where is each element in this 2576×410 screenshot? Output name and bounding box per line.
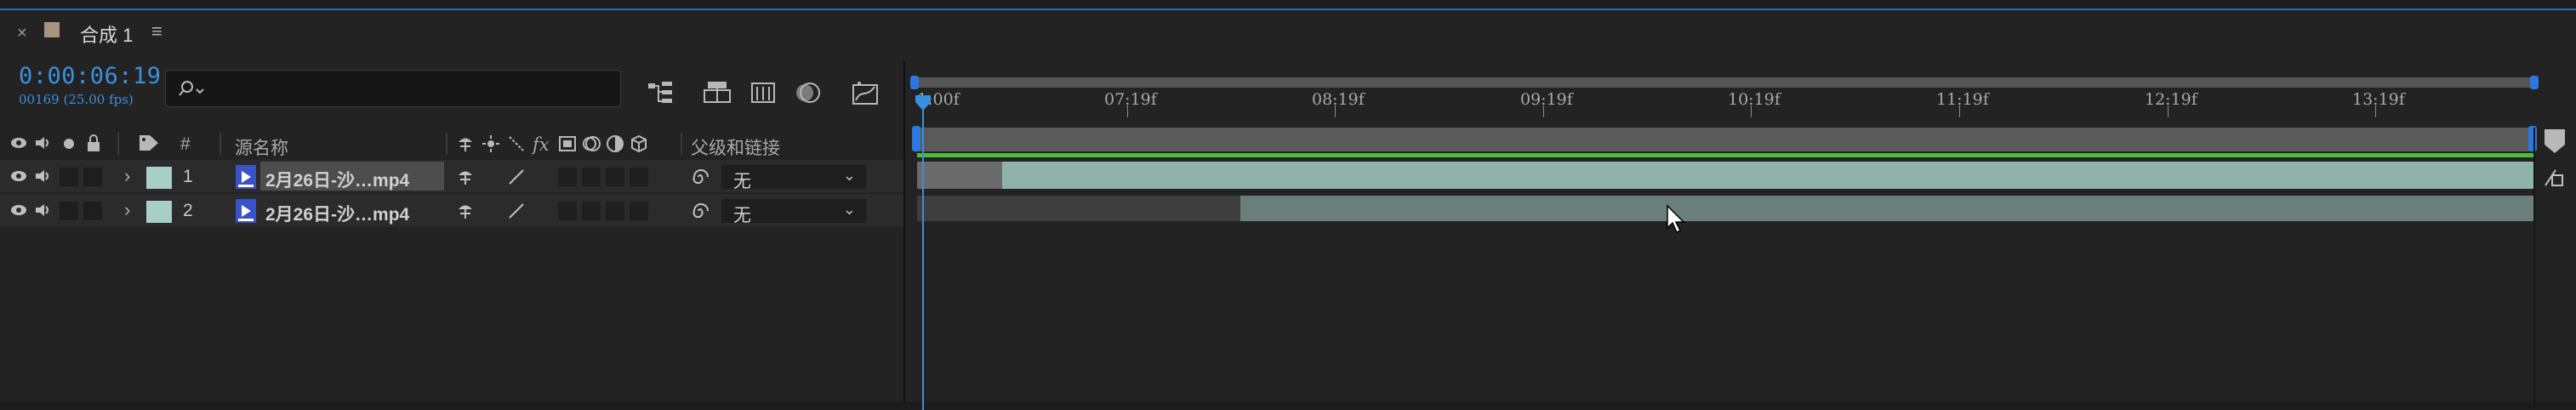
chevron-down-icon: ⌄ (842, 201, 856, 218)
audio-toggle-icon[interactable] (34, 202, 51, 219)
composition-mini-flowchart-icon[interactable] (647, 78, 675, 107)
eye-icon[interactable] (10, 170, 27, 182)
parent-dropdown-value: 无 (733, 172, 751, 191)
frame-blend-switch[interactable] (582, 168, 601, 186)
video-file-icon (236, 165, 256, 189)
ruler-tick-label: 11:19f (1936, 90, 1989, 109)
pick-whip-icon[interactable] (691, 202, 710, 220)
3d-layer-icon[interactable] (630, 134, 648, 153)
shy-icon[interactable] (456, 134, 475, 153)
parent-dropdown-value: 无 (733, 206, 751, 225)
playhead-head-icon[interactable] (914, 94, 932, 112)
frame-rate-info: 00169 (25.00 fps) (19, 92, 134, 107)
solo-icon[interactable] (63, 138, 75, 150)
frame-blend-switch[interactable] (582, 202, 601, 220)
quality-switch-icon[interactable] (507, 168, 526, 186)
parent-dropdown[interactable]: 无 ⌄ (721, 165, 866, 191)
adjustment-layer-icon[interactable] (606, 134, 624, 153)
parent-dropdown[interactable]: 无 ⌄ (721, 199, 866, 225)
label-tag-icon[interactable] (138, 134, 160, 152)
collapse-transform-icon[interactable] (482, 134, 500, 153)
number-column-header: # (180, 134, 191, 154)
work-area-bar[interactable] (917, 128, 2533, 151)
solo-switch[interactable] (60, 202, 78, 220)
effects-column-header[interactable]: fx (533, 134, 550, 155)
search-icon (179, 81, 204, 96)
eye-icon[interactable] (10, 204, 27, 216)
expand-layer-chevron-icon[interactable]: › (124, 165, 130, 187)
current-time-display[interactable]: 0:00:06:19 (19, 63, 162, 89)
render-progress-line (917, 153, 2533, 157)
layer-label-color[interactable] (146, 201, 172, 223)
layer-row[interactable]: › 1 2月26日-沙…mp4 无 ⌄ (0, 160, 905, 192)
audio-toggle-icon[interactable] (34, 168, 51, 185)
work-area-end-handle[interactable] (2528, 126, 2537, 151)
composition-color-swatch (44, 22, 60, 37)
chevron-down-icon: ⌄ (842, 167, 856, 184)
hide-shy-layers-icon[interactable] (749, 78, 778, 107)
layer-label-color[interactable] (146, 167, 172, 189)
3d-switch[interactable] (630, 202, 648, 220)
source-name-column-header[interactable]: 源名称 (235, 134, 288, 160)
parent-link-column-header[interactable]: 父级和链接 (691, 134, 780, 160)
time-navigator-end-handle[interactable] (2530, 76, 2539, 89)
timeline-graph-area[interactable]: 1:00f 07:19f 08:19f 09:19f 10:19f 11:19f… (905, 61, 2576, 410)
lock-switch[interactable] (83, 202, 102, 220)
solo-switch[interactable] (60, 168, 78, 186)
shy-switch-icon[interactable] (456, 168, 475, 186)
layer-number: 1 (183, 167, 193, 186)
layer-bar[interactable] (1240, 196, 2533, 221)
quality-icon[interactable] (507, 134, 526, 153)
work-area-start-handle[interactable] (912, 126, 920, 151)
ruler-tick-label: 07:19f (1104, 90, 1157, 109)
frame-blend-switch-icon[interactable] (558, 134, 577, 153)
shy-switch-icon[interactable] (456, 202, 475, 220)
audio-icon[interactable] (34, 134, 51, 151)
current-time-indicator[interactable] (922, 104, 924, 410)
ruler-tick-label: 12:19f (2145, 90, 2197, 109)
layer-bar[interactable] (1002, 162, 2533, 189)
layer-source-name[interactable]: 2月26日-沙…mp4 (265, 201, 409, 226)
mouse-cursor-icon (1667, 204, 1685, 234)
layer-search-input[interactable] (165, 70, 621, 107)
layer-number: 2 (183, 201, 193, 220)
lock-icon[interactable] (85, 134, 102, 152)
comp-button-icon[interactable] (2542, 167, 2566, 189)
3d-switch[interactable] (630, 168, 648, 186)
layer-row[interactable]: › 2 2月26日-沙…mp4 无 ⌄ (0, 194, 905, 226)
pick-whip-icon[interactable] (691, 168, 710, 186)
motion-blur-switch[interactable] (606, 168, 624, 186)
graph-editor-icon[interactable] (851, 78, 880, 107)
layer-source-name[interactable]: 2月26日-沙…mp4 (265, 167, 409, 192)
effect-switch[interactable] (558, 202, 577, 220)
quality-switch-icon[interactable] (507, 202, 526, 220)
layer-bar-trimmed[interactable] (917, 162, 1002, 189)
video-file-icon (236, 199, 256, 223)
expand-layer-chevron-icon[interactable]: › (124, 199, 130, 221)
layer-bar-trimmed[interactable] (917, 196, 1240, 221)
composition-tab-title[interactable]: 合成 1 (80, 20, 133, 48)
tab-menu-icon[interactable]: ≡ (151, 20, 162, 43)
comp-marker-bin-icon[interactable] (2542, 128, 2567, 155)
layer-column-header: # 源名称 fx 父级和链接 (0, 129, 905, 158)
motion-blur-switch[interactable] (606, 202, 624, 220)
timeline-panel: × 合成 1 ≡ 0:00:06:19 00169 (25.00 fps) # … (0, 9, 2576, 410)
ruler-tick-label: 10:19f (1728, 90, 1781, 109)
frame-blending-icon[interactable] (793, 78, 822, 107)
composition-tab-bar: × 合成 1 ≡ (0, 10, 2576, 54)
time-navigator-bar[interactable] (914, 77, 2537, 88)
close-tab-button[interactable]: × (17, 24, 27, 43)
ruler-tick-label: 08:19f (1312, 90, 1365, 109)
lock-switch[interactable] (83, 168, 102, 186)
effect-switch[interactable] (558, 168, 577, 186)
video-visibility-icon[interactable] (10, 137, 27, 149)
draft-3d-icon[interactable] (703, 78, 732, 107)
ruler-tick-label: 13:19f (2352, 90, 2405, 109)
time-navigator-start-handle[interactable] (910, 76, 919, 89)
ruler-tick-label: 09:19f (1520, 90, 1573, 109)
motion-blur-icon[interactable] (582, 134, 601, 153)
